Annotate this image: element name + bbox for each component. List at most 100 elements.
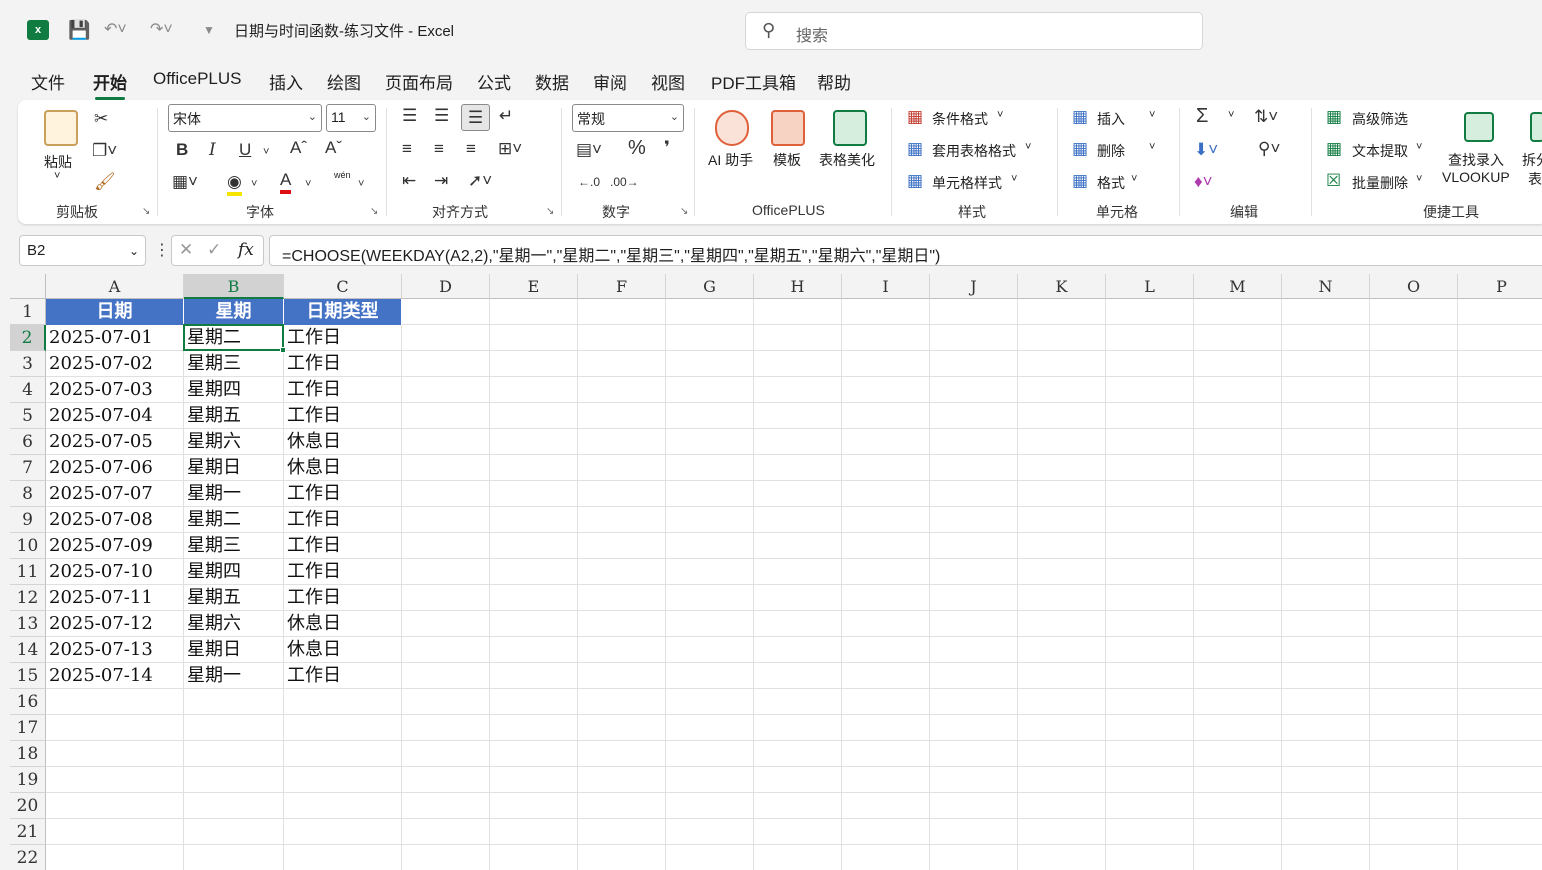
- column-header-k[interactable]: K: [1018, 274, 1106, 299]
- column-header-m[interactable]: M: [1194, 274, 1282, 299]
- cell-a9[interactable]: 2025-07-08: [46, 507, 184, 533]
- column-header-g[interactable]: G: [666, 274, 754, 299]
- cell-c11[interactable]: 工作日: [284, 559, 402, 585]
- template-icon[interactable]: [771, 110, 805, 146]
- cell-styles-button[interactable]: 单元格样式: [932, 173, 1002, 193]
- font-color-dropdown-icon[interactable]: ˅: [305, 174, 311, 194]
- cell-a12[interactable]: 2025-07-11: [46, 585, 184, 611]
- vlookup-icon[interactable]: [1464, 112, 1494, 142]
- row-header-9[interactable]: 9: [10, 507, 46, 533]
- tab-officeplus[interactable]: OfficePLUS: [153, 69, 242, 89]
- increase-indent-icon[interactable]: ⇥: [434, 171, 448, 191]
- header-cell-c1[interactable]: 日期类型: [284, 299, 402, 325]
- column-header-b[interactable]: B: [184, 274, 284, 299]
- cell-a4[interactable]: 2025-07-03: [46, 377, 184, 403]
- column-header-a[interactable]: A: [46, 274, 184, 299]
- column-header-d[interactable]: D: [402, 274, 490, 299]
- fill-handle[interactable]: [280, 347, 286, 353]
- phonetic-icon[interactable]: wén: [334, 170, 351, 180]
- format-painter-icon[interactable]: 🖌: [94, 172, 116, 192]
- decrease-font-icon[interactable]: Aˇ: [325, 138, 342, 158]
- header-cell-b1[interactable]: 星期: [184, 299, 284, 325]
- cell-c8[interactable]: 工作日: [284, 481, 402, 507]
- batch-delete-button[interactable]: 批量删除: [1352, 173, 1408, 193]
- customize-qat-icon[interactable]: ▼: [203, 18, 215, 42]
- cell-c3[interactable]: 工作日: [284, 351, 402, 377]
- row-header-3[interactable]: 3: [10, 351, 46, 377]
- cell-a2[interactable]: 2025-07-01: [46, 325, 184, 351]
- conditional-format-button[interactable]: 条件格式: [932, 109, 988, 129]
- cell-b2[interactable]: 星期二: [184, 325, 284, 351]
- row-header-4[interactable]: 4: [10, 377, 46, 403]
- font-name-select[interactable]: 宋体 ⌄: [168, 104, 322, 132]
- decrease-decimal-icon[interactable]: .00→: [610, 172, 639, 192]
- row-header-21[interactable]: 21: [10, 819, 46, 845]
- row-header-22[interactable]: 22: [10, 845, 46, 870]
- merge-center-icon[interactable]: ⊞˅: [498, 139, 522, 159]
- alignment-launcher-icon[interactable]: ↘: [546, 206, 554, 217]
- chevron-down-icon[interactable]: ˅: [1149, 109, 1155, 121]
- fill-color-icon[interactable]: ◉: [227, 172, 242, 196]
- copy-icon[interactable]: ❐˅: [92, 141, 117, 161]
- tab-draw[interactable]: 绘图: [327, 69, 361, 94]
- tab-help[interactable]: 帮助: [817, 69, 851, 94]
- increase-decimal-icon[interactable]: ←.0: [578, 172, 600, 192]
- paste-button[interactable]: 粘贴: [44, 152, 72, 172]
- cut-icon[interactable]: ✂: [94, 109, 108, 129]
- row-header-19[interactable]: 19: [10, 767, 46, 793]
- tab-file[interactable]: 文件: [31, 69, 65, 94]
- cell-a5[interactable]: 2025-07-04: [46, 403, 184, 429]
- cell-b6[interactable]: 星期六: [184, 429, 284, 455]
- tab-formulas[interactable]: 公式: [477, 69, 511, 94]
- row-header-14[interactable]: 14: [10, 637, 46, 663]
- cell-c9[interactable]: 工作日: [284, 507, 402, 533]
- cell-b7[interactable]: 星期日: [184, 455, 284, 481]
- comma-style-icon[interactable]: ❜: [664, 138, 670, 158]
- row-header-10[interactable]: 10: [10, 533, 46, 559]
- cell-c2[interactable]: 工作日: [284, 325, 402, 351]
- row-header-12[interactable]: 12: [10, 585, 46, 611]
- select-all-corner[interactable]: [10, 274, 46, 299]
- split-table-icon[interactable]: [1530, 112, 1542, 142]
- autosum-icon[interactable]: Σ: [1196, 106, 1208, 126]
- row-header-18[interactable]: 18: [10, 741, 46, 767]
- cell-a15[interactable]: 2025-07-14: [46, 663, 184, 689]
- cell-b15[interactable]: 星期一: [184, 663, 284, 689]
- align-bottom-icon[interactable]: ☰: [461, 104, 490, 131]
- paste-icon[interactable]: [44, 110, 78, 146]
- ai-assistant-button[interactable]: AI 助手: [708, 150, 753, 170]
- row-header-6[interactable]: 6: [10, 429, 46, 455]
- chevron-down-icon[interactable]: ˅: [997, 109, 1003, 121]
- underline-button[interactable]: U: [239, 140, 251, 160]
- align-left-icon[interactable]: ≡: [402, 139, 412, 159]
- header-cell-a1[interactable]: 日期: [46, 299, 184, 325]
- split-table-label[interactable]: 拆分: [1522, 150, 1542, 170]
- row-header-17[interactable]: 17: [10, 715, 46, 741]
- cell-b13[interactable]: 星期六: [184, 611, 284, 637]
- ai-assistant-icon[interactable]: [715, 110, 749, 146]
- row-header-7[interactable]: 7: [10, 455, 46, 481]
- align-middle-icon[interactable]: ☰: [434, 106, 449, 126]
- chevron-down-icon[interactable]: ˅: [1149, 141, 1155, 153]
- cell-a11[interactable]: 2025-07-10: [46, 559, 184, 585]
- chevron-down-icon[interactable]: ˅: [1011, 173, 1017, 185]
- phonetic-dropdown-icon[interactable]: ˅: [358, 174, 364, 194]
- percent-button[interactable]: %: [628, 138, 646, 158]
- formula-input[interactable]: =CHOOSE(WEEKDAY(A2,2),"星期一","星期二","星期三",…: [269, 235, 1542, 266]
- cell-a3[interactable]: 2025-07-02: [46, 351, 184, 377]
- column-header-l[interactable]: L: [1106, 274, 1194, 299]
- font-launcher-icon[interactable]: ↘: [370, 206, 378, 217]
- cancel-icon[interactable]: ✕: [179, 240, 193, 260]
- text-extract-button[interactable]: 文本提取: [1352, 141, 1408, 161]
- row-header-1[interactable]: 1: [10, 299, 46, 325]
- template-button[interactable]: 模板: [773, 150, 801, 170]
- spreadsheet-grid[interactable]: A B C D E F G H I J K L M N O P 1 2 3 4 5 6 7 8 9 10 11 12 13 14 15 16 1…: [10, 274, 1542, 870]
- tab-insert[interactable]: 插入: [269, 69, 303, 94]
- fill-dropdown-icon[interactable]: ˅: [251, 174, 257, 194]
- cell-c5[interactable]: 工作日: [284, 403, 402, 429]
- tab-review[interactable]: 审阅: [593, 69, 627, 94]
- column-header-c[interactable]: C: [284, 274, 402, 299]
- row-header-20[interactable]: 20: [10, 793, 46, 819]
- find-select-icon[interactable]: ⚲˅: [1258, 139, 1280, 159]
- borders-icon[interactable]: ▦˅: [172, 172, 198, 192]
